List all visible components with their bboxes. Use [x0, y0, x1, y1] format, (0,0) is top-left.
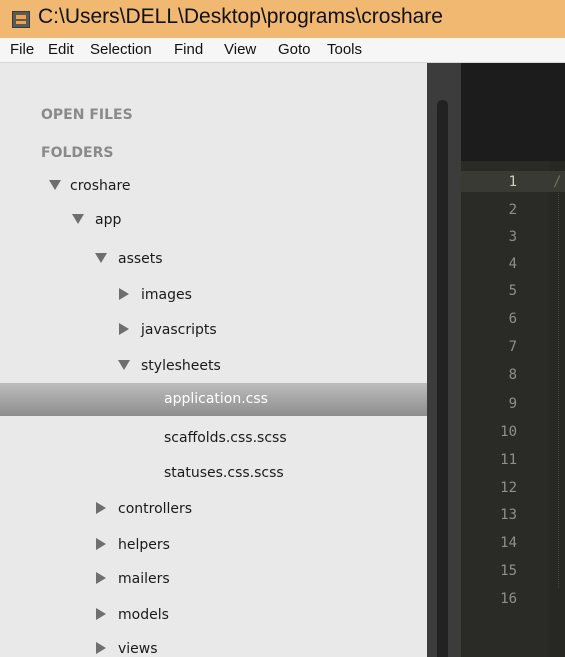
- tree-item-app[interactable]: app: [0, 206, 427, 236]
- open-files-header: OPEN FILES: [41, 107, 133, 123]
- line-number: 14: [500, 535, 517, 551]
- line-number: 8: [508, 367, 517, 383]
- menu-view[interactable]: View: [224, 41, 256, 58]
- indent-guide: [558, 193, 560, 588]
- collapse-arrow-icon[interactable]: [96, 502, 106, 514]
- tree-item-mailers[interactable]: mailers: [0, 565, 427, 595]
- tree-item-statuses-css-scss[interactable]: statuses.css.scss: [0, 459, 427, 489]
- collapse-arrow-icon[interactable]: [96, 538, 106, 550]
- tree-item-stylesheets[interactable]: stylesheets: [0, 352, 427, 382]
- expand-arrow-icon[interactable]: [118, 360, 130, 370]
- line-number: 4: [508, 256, 517, 272]
- tree-item-images[interactable]: images: [0, 281, 427, 311]
- sublime-app-icon[interactable]: [12, 11, 30, 28]
- line-number: 13: [500, 507, 517, 523]
- line-number: 3: [508, 229, 517, 245]
- collapse-arrow-icon[interactable]: [96, 642, 106, 654]
- line-number: 5: [508, 283, 517, 299]
- menu-edit[interactable]: Edit: [48, 41, 74, 58]
- editor-tab-bar: [461, 63, 565, 161]
- tree-item-scaffolds-css-scss[interactable]: scaffolds.css.scss: [0, 424, 427, 454]
- menu-selection[interactable]: Selection: [90, 41, 152, 58]
- line-number: 11: [500, 452, 517, 468]
- collapse-arrow-icon[interactable]: [96, 608, 106, 620]
- editor-pane[interactable]: / 1 2 3 4 5 6 7 8 9 10 11 12 13 14 15 16: [461, 63, 565, 657]
- expand-arrow-icon[interactable]: [95, 253, 107, 263]
- line-number: 7: [508, 339, 517, 355]
- code-line-1[interactable]: /: [553, 174, 561, 190]
- line-number: 1: [508, 174, 517, 190]
- expand-arrow-icon[interactable]: [49, 180, 61, 190]
- tree-item-views[interactable]: views: [0, 635, 427, 657]
- menu-file[interactable]: File: [10, 41, 34, 58]
- tree-item-croshare[interactable]: croshare: [0, 172, 427, 202]
- collapse-arrow-icon[interactable]: [119, 288, 129, 300]
- menu-find[interactable]: Find: [174, 41, 203, 58]
- line-number: 12: [500, 480, 517, 496]
- sidebar: OPEN FILES FOLDERS croshare app assets i…: [0, 63, 427, 657]
- tree-item-controllers[interactable]: controllers: [0, 495, 427, 525]
- line-number: 10: [500, 424, 517, 440]
- tree-item-application-css[interactable]: application.css: [0, 383, 427, 416]
- sidebar-scrollbar[interactable]: [437, 100, 448, 657]
- menu-goto[interactable]: Goto: [278, 41, 311, 58]
- window-title: C:\Users\DELL\Desktop\programs\croshare: [38, 5, 443, 28]
- line-number: 2: [508, 202, 517, 218]
- tree-item-javascripts[interactable]: javascripts: [0, 316, 427, 346]
- collapse-arrow-icon[interactable]: [119, 323, 129, 335]
- tree-item-assets[interactable]: assets: [0, 245, 427, 275]
- line-number: 15: [500, 563, 517, 579]
- tree-item-models[interactable]: models: [0, 601, 427, 631]
- collapse-arrow-icon[interactable]: [96, 572, 106, 584]
- title-bar: C:\Users\DELL\Desktop\programs\croshare: [0, 0, 565, 38]
- tree-item-helpers[interactable]: helpers: [0, 531, 427, 561]
- expand-arrow-icon[interactable]: [72, 214, 84, 224]
- line-number: 9: [508, 396, 517, 412]
- folders-header: FOLDERS: [41, 145, 114, 161]
- line-number: 6: [508, 311, 517, 327]
- menu-bar: File Edit Selection Find View Goto Tools: [0, 38, 565, 63]
- menu-tools[interactable]: Tools: [327, 41, 362, 58]
- line-number: 16: [500, 591, 517, 607]
